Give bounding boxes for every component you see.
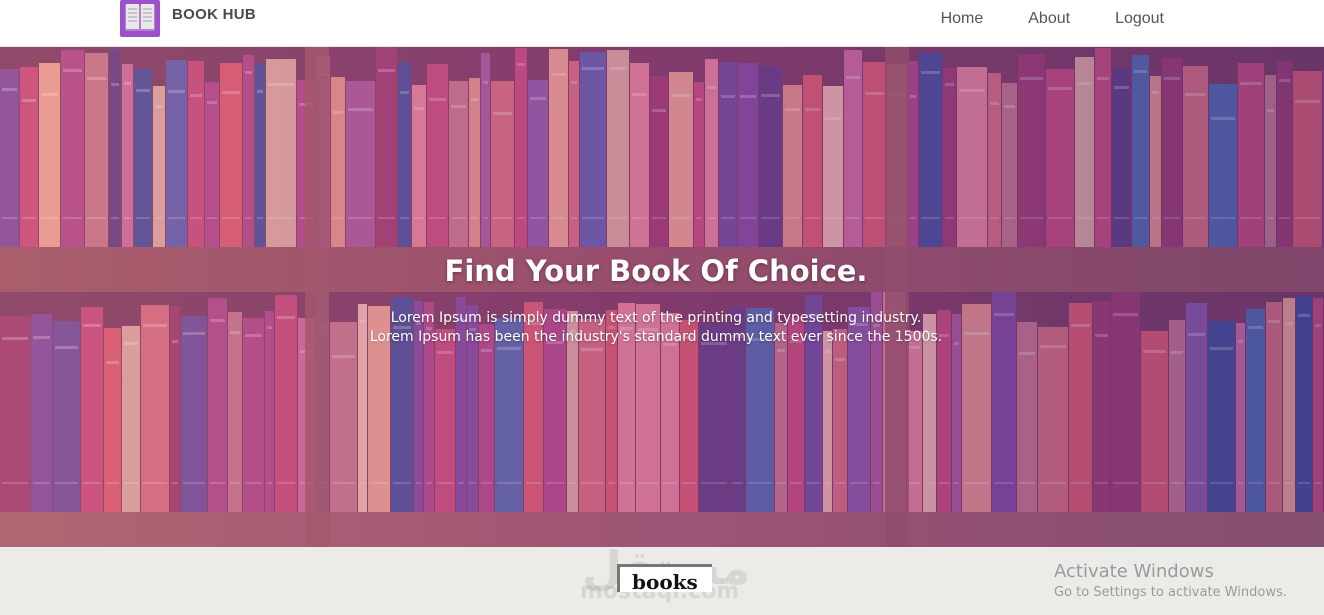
book-logo-icon [120, 0, 160, 37]
nav-links: Home About Logout [896, 8, 1164, 30]
nav-link-about[interactable]: About [1028, 8, 1070, 30]
brand-name: BOOK HUB [172, 5, 257, 23]
nav-link-logout[interactable]: Logout [1115, 8, 1164, 30]
hero-subtitle-line-1: Lorem Ipsum is simply dummy text of the … [390, 310, 922, 326]
brand[interactable]: BOOK HUB [120, 0, 256, 38]
hero-overlay [0, 47, 1324, 547]
section-heading: books [617, 564, 712, 594]
hero-title: Find Your Book Of Choice. [444, 254, 868, 288]
hero-banner: Find Your Book Of Choice. Lorem Ipsum is… [0, 47, 1324, 547]
hero-subtitle: Lorem Ipsum is simply dummy text of the … [0, 309, 1318, 347]
hero-subtitle-line-2: Lorem Ipsum has been the industry's stan… [369, 329, 943, 345]
activate-windows-title: Activate Windows [1054, 561, 1214, 582]
navbar: BOOK HUB Home About Logout [0, 0, 1324, 47]
activate-windows-subtitle: Go to Settings to activate Windows. [1054, 585, 1287, 600]
books-section: مستقل mostaql.com books Activate Windows… [0, 541, 1324, 615]
activate-windows-notice: Activate Windows Go to Settings to activ… [1054, 561, 1287, 600]
nav-link-home[interactable]: Home [941, 8, 984, 30]
